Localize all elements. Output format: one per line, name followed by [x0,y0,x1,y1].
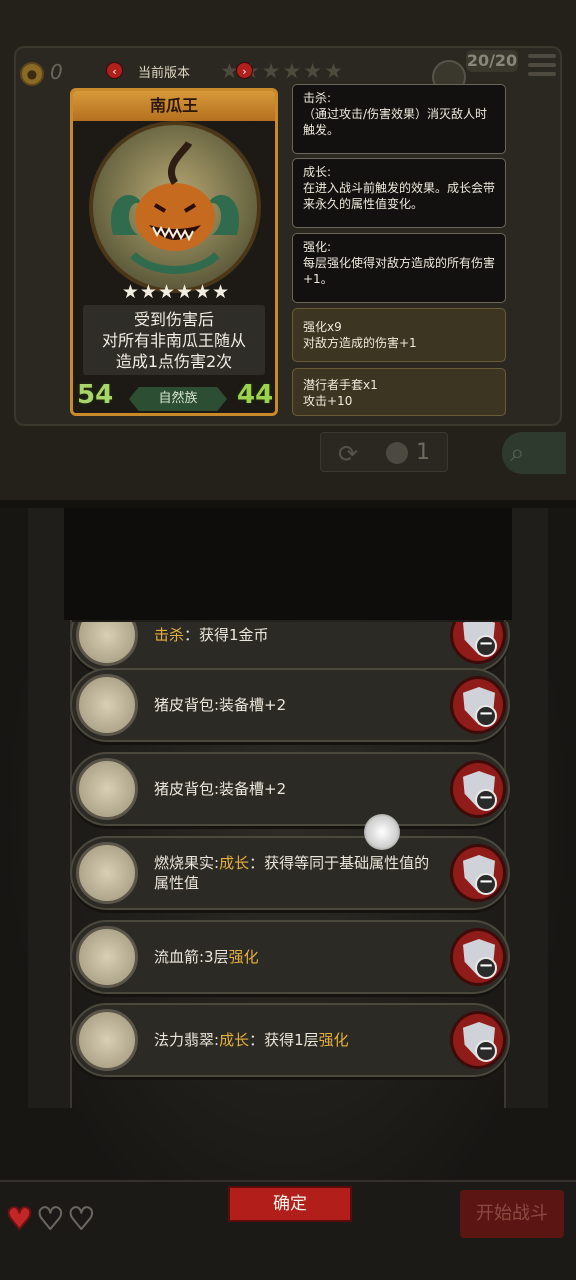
keyword-growth: 成长: 在进入战斗前触发的效果。成长会带来永久的属性值变化。 [292,158,506,228]
equipment-item[interactable]: 法力翡翠:成长：获得1层强化 − [70,1003,510,1077]
keyword-desc: 每层强化使得对敌方造成的所有伤害+1。 [303,256,496,286]
pumpkin-king-portrait [89,121,261,293]
card-effect-line2: 对所有非南瓜王随从 [101,331,246,350]
item-name: 猪皮背包:装备槽+2 [154,780,287,798]
keyword-empower: 强化: 每层强化使得对敌方造成的所有伤害+1。 [292,233,506,303]
search-icon: ⌕ [510,438,525,468]
item-effect: ：获得1金币 [184,626,269,644]
card-effect-line1: 受到伤害后 [133,310,214,329]
item-name: 燃烧果实: [154,854,220,872]
card-stars: ★★★★★★ [121,281,231,303]
list-header-shade [64,508,512,620]
item-text: 猪皮背包:装备槽+2 [154,670,444,740]
item-icon [76,758,138,820]
heart-icon: ♥ [5,1201,37,1238]
equipment-item[interactable]: 猪皮背包:装备槽+2 − [70,668,510,742]
confirm-button[interactable]: 确定 [228,1186,352,1222]
prev-version-button[interactable]: ‹ [106,62,123,79]
keyword-title: 成长: [303,165,332,179]
item-icon [76,1009,138,1071]
capacity-counter: 20/20 [466,50,518,72]
minus-icon: − [475,1040,497,1062]
unequip-button[interactable]: − [450,760,506,818]
menu-icon[interactable] [528,54,556,80]
minus-icon: − [475,635,497,657]
equipment-item[interactable]: 流血箭:3层强化 − [70,920,510,994]
item-text: 法力翡翠:成长：获得1层强化 [154,1005,444,1075]
buff-empower-stack: 强化x9 对敌方造成的伤害+1 [292,308,506,362]
start-battle-button[interactable]: 开始战斗 [460,1190,564,1238]
keyword-kill: 击杀: （通过攻击/伤害效果）消灭敌人时触发。 [292,84,506,154]
touch-indicator [364,814,400,850]
unequip-button[interactable]: − [450,928,506,986]
version-label: 当前版本 [138,66,191,81]
heart-icon: ♥ [67,1201,99,1238]
item-text: 猪皮背包:装备槽+2 [154,754,444,824]
refresh-icon[interactable]: ⟳ [338,440,358,468]
refresh-cost: 1 [416,440,430,465]
item-icon [76,842,138,904]
unequip-button[interactable]: − [450,676,506,734]
buff-title: 强化x9 [303,320,342,334]
buff-title: 潜行者手套x1 [303,378,378,392]
item-name: 猪皮背包:装备槽+2 [154,696,287,714]
keyword-desc: 在进入战斗前触发的效果。成长会带来永久的属性值变化。 [303,181,496,211]
minion-card: 南瓜王 ★★★★★★ 受到伤害后 对所有非南瓜王随从 造成1点伤害2次 54 自… [70,88,278,416]
equipment-item[interactable]: 猪皮背包:装备槽+2 − [70,752,510,826]
item-name: 法力翡翠: [154,1031,220,1049]
chevron-right-icon: › [242,65,247,78]
card-name: 南瓜王 [73,91,275,121]
next-version-button[interactable]: › [236,62,253,79]
item-name: 流血箭:3层 [154,948,229,966]
unequip-button[interactable]: − [450,844,506,902]
gold-coin-icon: ● [20,62,44,86]
item-text: 流血箭:3层强化 [154,922,444,992]
item-keyword: 成长 [219,1031,250,1049]
minus-icon: − [475,873,497,895]
chevron-left-icon: ‹ [112,65,117,78]
item-keyword-2: 强化 [318,1031,349,1049]
card-effect-text: 受到伤害后 对所有非南瓜王随从 造成1点伤害2次 [83,305,265,375]
health-value: 44 [237,380,274,410]
attack-value: 54 [77,380,114,410]
item-keyword: 击杀 [154,626,185,644]
keyword-title: 强化: [303,240,332,254]
equipment-item[interactable]: 燃烧果实:成长：获得等同于基础属性值的属性值 − [70,836,510,910]
buff-desc: 攻击+10 [303,394,353,408]
buff-desc: 对敌方造成的伤害+1 [303,336,417,350]
item-text: 燃烧果实:成长：获得等同于基础属性值的属性值 [154,838,444,908]
gold-count: 0 [50,60,63,84]
item-icon [76,674,138,736]
item-keyword: 成长 [219,854,250,872]
tribe-badge: 自然族 [129,387,227,411]
keyword-title: 击杀: [303,91,332,105]
minus-icon: − [475,789,497,811]
coin-icon [386,442,408,464]
minus-icon: − [475,705,497,727]
item-effect: ：获得1层 [249,1031,319,1049]
buff-glove: 潜行者手套x1 攻击+10 [292,368,506,416]
pumpkin-king-icon [110,141,240,274]
keyword-desc: （通过攻击/伤害效果）消灭敌人时触发。 [303,107,488,137]
item-icon [76,926,138,988]
lives: ♥♥♥ [5,1201,99,1238]
item-keyword: 强化 [228,948,259,966]
heart-icon: ♥ [36,1201,68,1238]
unequip-button[interactable]: − [450,1011,506,1069]
minus-icon: − [475,957,497,979]
card-effect-line3: 造成1点伤害2次 [115,352,233,371]
